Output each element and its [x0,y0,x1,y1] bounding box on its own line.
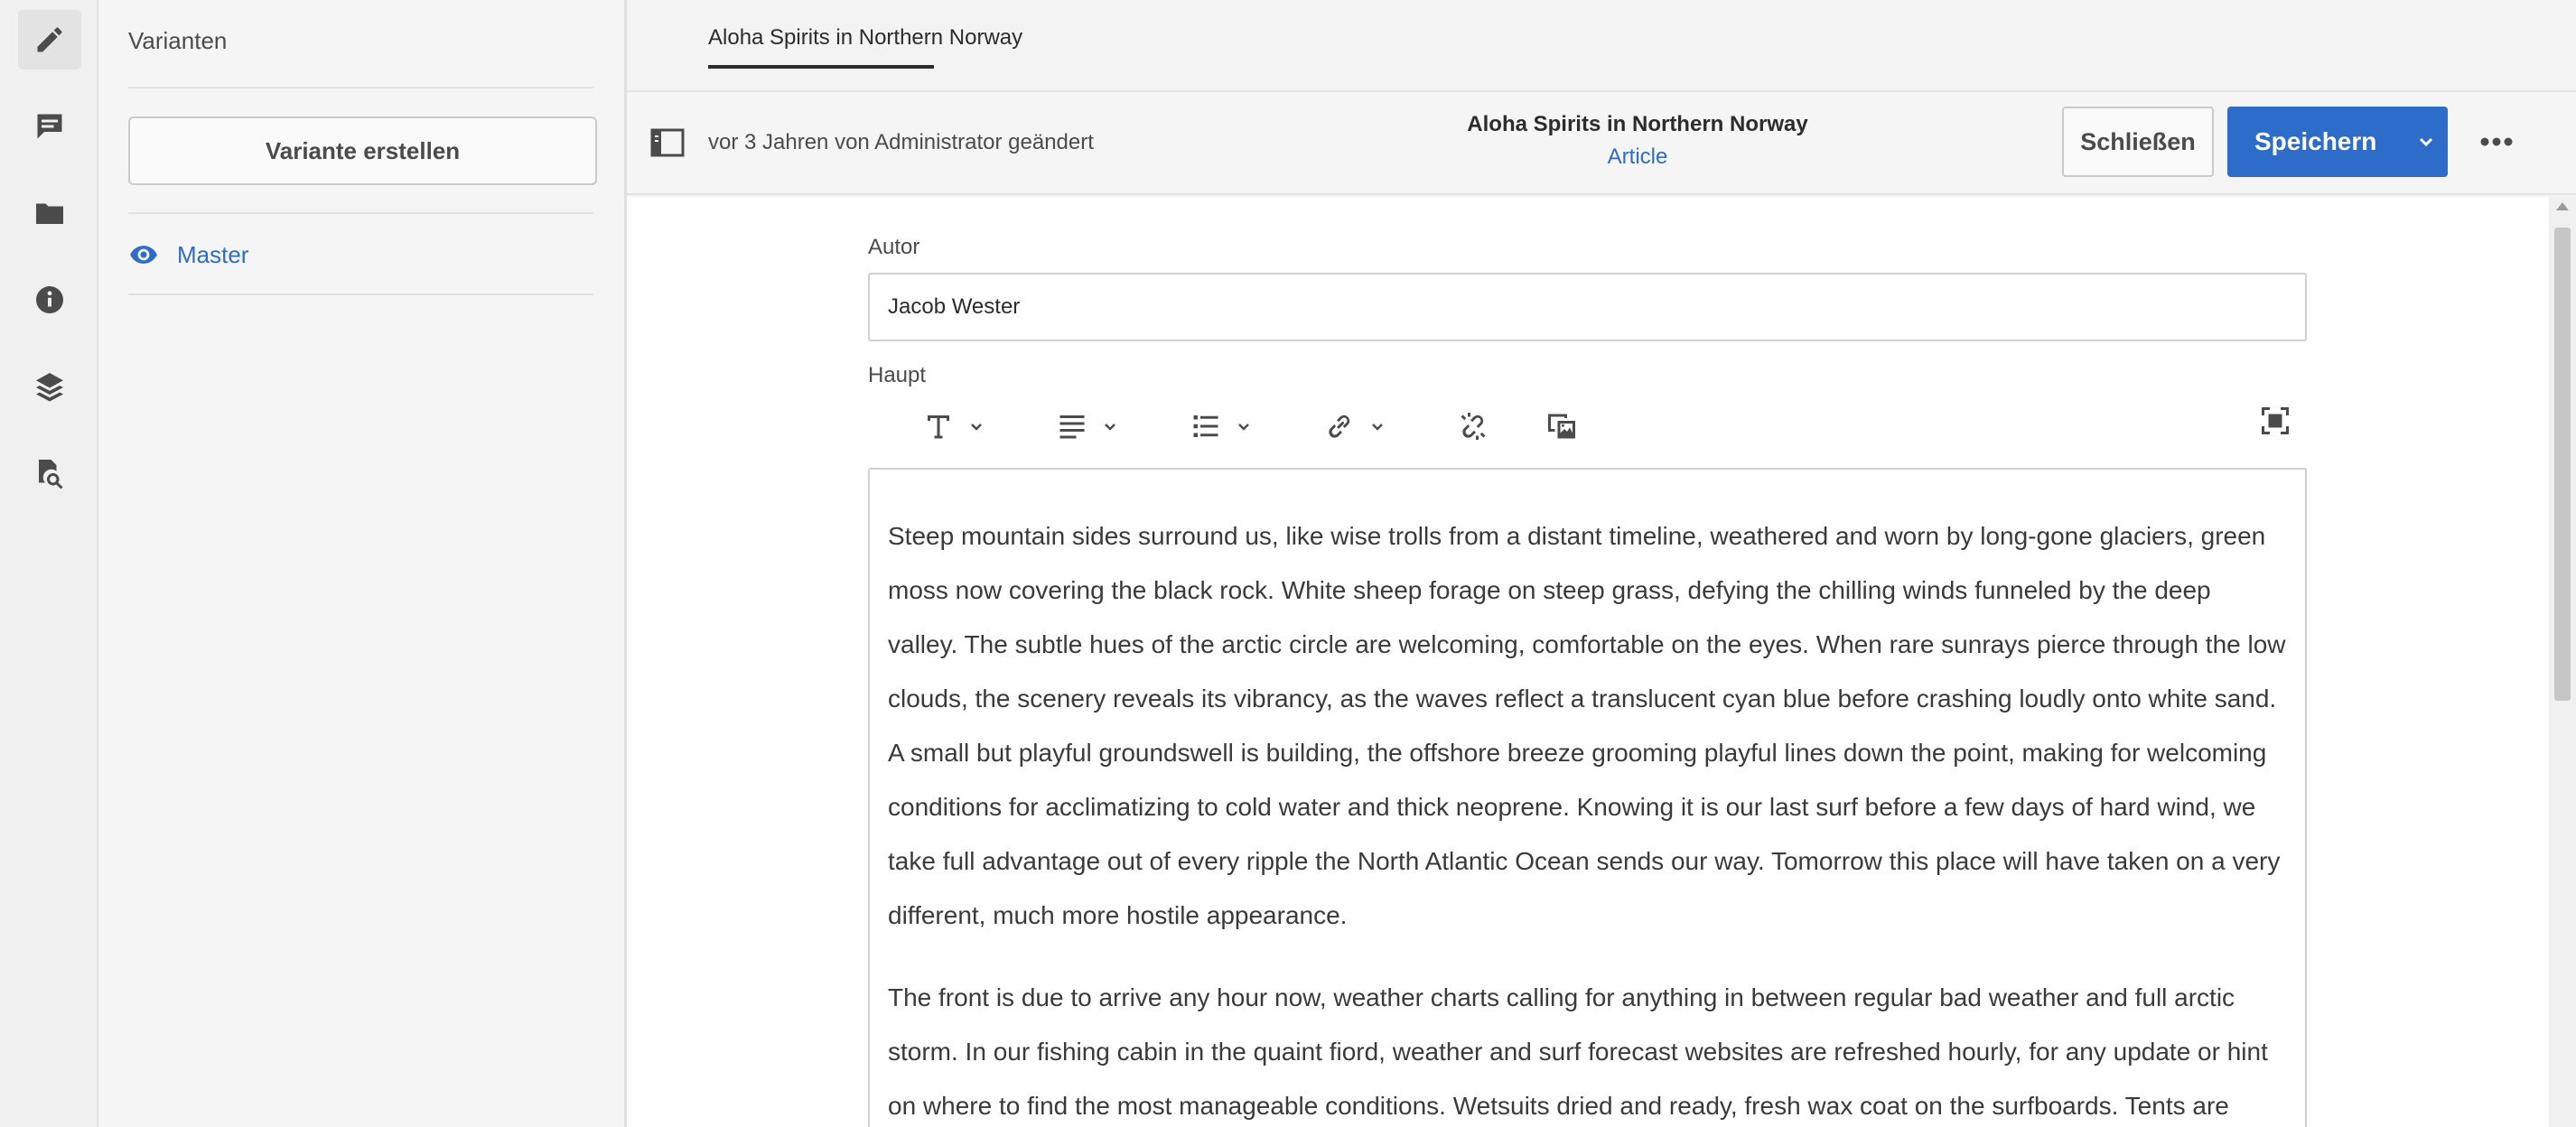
pencil-icon [37,27,62,52]
save-button-group: Speichern [2227,107,2448,177]
comment-icon [37,114,62,139]
justify-button[interactable] [1056,403,1117,450]
chevron-down-icon [2419,137,2433,147]
divider [128,87,593,88]
info-icon [36,286,63,313]
metadata-rail-button[interactable] [18,270,81,330]
main-area: Aloha Spirits in Northern Norway vor 3 J… [627,0,2576,1127]
eye-icon [130,246,157,264]
main-label: Haupt [868,363,927,387]
vertical-scrollbar[interactable] [2549,197,2576,1127]
assets-rail-button[interactable] [18,183,81,243]
link-icon [1329,414,1350,438]
unlink-icon [1461,413,1486,440]
close-button[interactable]: Schließen [2062,107,2214,177]
left-rail [0,0,98,1127]
bullet-list-icon [1193,415,1218,437]
text-format-icon [928,415,949,439]
scrollbar-thumb[interactable] [2554,228,2571,701]
rich-text-editor[interactable]: Steep mountain sides surround us, like w… [868,468,2307,1127]
more-actions-button[interactable] [2475,121,2518,163]
paragraph: The front is due to arrive any hour now,… [888,983,2268,1120]
tab-article[interactable]: Aloha Spirits in Northern Norway [708,25,1022,51]
list-button[interactable] [1190,403,1251,450]
link-button[interactable] [1323,403,1385,450]
create-variant-button[interactable]: Variante erstellen [128,116,597,185]
divider [128,293,593,295]
paragraph: Steep mountain sides surround us, like w… [888,522,2286,929]
annotations-rail-button[interactable] [18,97,81,156]
scroll-up-arrow-icon[interactable] [2556,202,2569,210]
variant-item-master[interactable]: Master [128,237,248,273]
insert-asset-button[interactable] [1545,403,1578,450]
layers-icon [36,373,63,402]
more-icon [2480,137,2513,146]
tab-bar: Aloha Spirits in Northern Norway [627,0,2576,92]
variants-panel: Varianten Variante erstellen Master [98,0,627,1127]
divider [128,212,593,214]
references-rail-button[interactable] [18,443,81,503]
action-bar: vor 3 Jahren von Administrator geändert … [627,94,2576,195]
folder-icon [36,203,63,224]
file-search-icon [39,460,63,489]
insert-asset-icon [1548,414,1575,439]
chevron-down-icon [1238,424,1249,431]
variant-label: Master [177,240,249,268]
chevron-down-icon [1372,424,1383,431]
align-left-icon [1059,415,1085,439]
author-label: Autor [868,235,920,259]
paragraph-format-button[interactable] [922,403,984,450]
save-button[interactable]: Speichern [2227,127,2404,156]
rich-text-toolbar [868,397,2307,461]
chevron-down-icon [1105,424,1115,431]
chevron-down-icon [971,424,982,431]
fullscreen-button[interactable] [2259,397,2291,444]
panel-title: Varianten [128,27,228,54]
fullscreen-icon [2262,407,2289,434]
structure-rail-button[interactable] [18,357,81,416]
author-input[interactable] [868,273,2307,341]
unlink-button[interactable] [1457,403,1489,450]
editor-form: Autor Haupt [627,197,2549,1127]
edit-rail-button[interactable] [18,10,81,70]
active-tab-indicator [708,65,934,69]
save-options-button[interactable] [2404,107,2448,177]
